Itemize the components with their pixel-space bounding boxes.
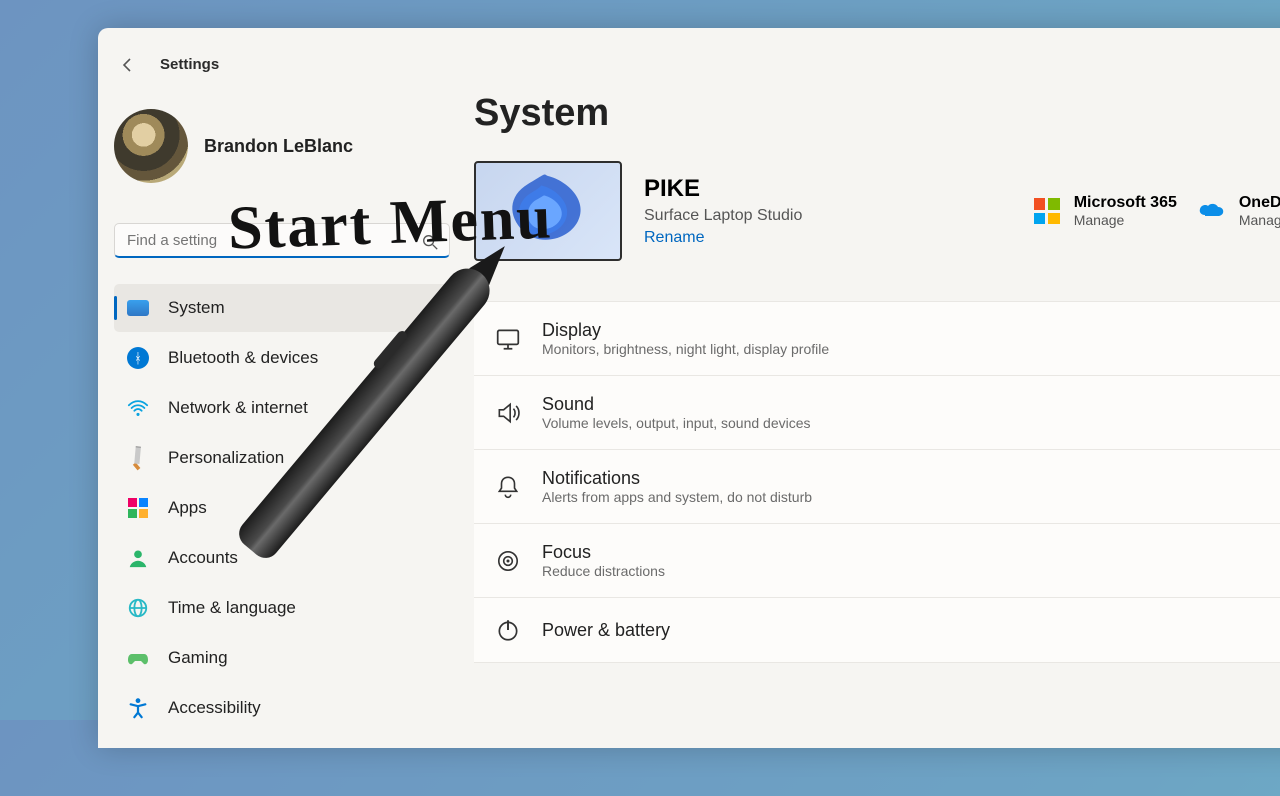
back-arrow-icon: [120, 57, 136, 73]
time-language-icon: [126, 596, 150, 620]
system-icon: [126, 296, 150, 320]
accounts-icon: [126, 546, 150, 570]
nav-item-gaming[interactable]: Gaming: [114, 634, 454, 682]
row-title: Power & battery: [542, 620, 670, 641]
microsoft365-title: Microsoft 365: [1074, 194, 1177, 212]
row-focus[interactable]: Focus Reduce distractions: [474, 524, 1280, 598]
personalization-icon: [121, 441, 155, 475]
row-power[interactable]: Power & battery: [474, 598, 1280, 663]
back-button[interactable]: [114, 51, 142, 79]
onedrive-tile[interactable]: OneDrive Manage: [1197, 194, 1280, 228]
row-subtitle: Alerts from apps and system, do not dist…: [542, 489, 812, 505]
nav-item-apps[interactable]: Apps: [114, 484, 454, 532]
row-title: Notifications: [542, 468, 812, 489]
search-input[interactable]: [127, 232, 409, 249]
nav-label: Gaming: [168, 648, 442, 668]
nav-label: Accounts: [168, 548, 442, 568]
nav-item-network[interactable]: Network & internet: [114, 384, 454, 432]
microsoft365-action: Manage: [1074, 212, 1177, 228]
microsoft365-tile[interactable]: Microsoft 365 Manage: [1032, 194, 1177, 228]
focus-icon: [494, 547, 522, 575]
device-info: PIKE Surface Laptop Studio Rename: [644, 175, 802, 247]
row-notifications[interactable]: Notifications Alerts from apps and syste…: [474, 450, 1280, 524]
windows-bloom-icon: [488, 166, 608, 256]
settings-list: Display Monitors, brightness, night ligh…: [474, 301, 1280, 663]
nav-item-personalization[interactable]: Personalization: [114, 434, 454, 482]
page-heading: System: [474, 92, 1280, 135]
row-subtitle: Monitors, brightness, night light, displ…: [542, 341, 829, 357]
row-title: Sound: [542, 394, 811, 415]
row-title: Display: [542, 320, 829, 341]
nav-label: System: [168, 298, 442, 318]
row-sound[interactable]: Sound Volume levels, output, input, soun…: [474, 376, 1280, 450]
microsoft365-icon: [1032, 196, 1062, 226]
avatar: [114, 109, 188, 183]
titlebar: Settings: [114, 44, 454, 85]
onedrive-icon: [1197, 196, 1227, 226]
apps-icon: [126, 496, 150, 520]
bluetooth-icon: ᚼ: [126, 346, 150, 370]
nav-item-bluetooth[interactable]: ᚼ Bluetooth & devices: [114, 334, 454, 382]
nav-label: Apps: [168, 498, 442, 518]
nav: System ᚼ Bluetooth & devices Network & i…: [114, 284, 454, 732]
nav-label: Time & language: [168, 598, 442, 618]
nav-item-system[interactable]: System: [114, 284, 454, 332]
profile-name: Brandon LeBlanc: [204, 136, 353, 157]
gaming-icon: [126, 646, 150, 670]
nav-label: Personalization: [168, 448, 442, 468]
nav-item-time-language[interactable]: Time & language: [114, 584, 454, 632]
device-summary: PIKE Surface Laptop Studio Rename Micros…: [474, 161, 1280, 261]
nav-item-accounts[interactable]: Accounts: [114, 534, 454, 582]
rename-link[interactable]: Rename: [644, 229, 802, 247]
onedrive-title: OneDrive: [1239, 194, 1280, 212]
profile-block[interactable]: Brandon LeBlanc: [114, 109, 454, 183]
device-thumbnail[interactable]: [474, 161, 622, 261]
status-tiles: Microsoft 365 Manage OneDrive Manage: [1032, 194, 1280, 228]
nav-item-accessibility[interactable]: Accessibility: [114, 684, 454, 732]
settings-window: Settings Brandon LeBlanc System ᚼ Blueto…: [98, 28, 1280, 748]
device-model: Surface Laptop Studio: [644, 207, 802, 225]
sound-icon: [494, 399, 522, 427]
device-name: PIKE: [644, 175, 802, 203]
app-title: Settings: [160, 56, 219, 73]
notifications-icon: [494, 473, 522, 501]
content-area: System PIKE Surface Laptop Studio Rename: [462, 28, 1280, 748]
display-icon: [494, 325, 522, 353]
search-field[interactable]: [114, 223, 450, 258]
accessibility-icon: [126, 696, 150, 720]
row-subtitle: Volume levels, output, input, sound devi…: [542, 415, 811, 431]
row-title: Focus: [542, 542, 665, 563]
row-display[interactable]: Display Monitors, brightness, night ligh…: [474, 301, 1280, 376]
search-icon: [421, 233, 439, 256]
row-subtitle: Reduce distractions: [542, 563, 665, 579]
nav-label: Network & internet: [168, 398, 442, 418]
nav-label: Bluetooth & devices: [168, 348, 442, 368]
power-icon: [494, 616, 522, 644]
wifi-icon: [126, 396, 150, 420]
sidebar: Settings Brandon LeBlanc System ᚼ Blueto…: [98, 28, 462, 748]
onedrive-action: Manage: [1239, 212, 1280, 228]
nav-label: Accessibility: [168, 698, 442, 718]
